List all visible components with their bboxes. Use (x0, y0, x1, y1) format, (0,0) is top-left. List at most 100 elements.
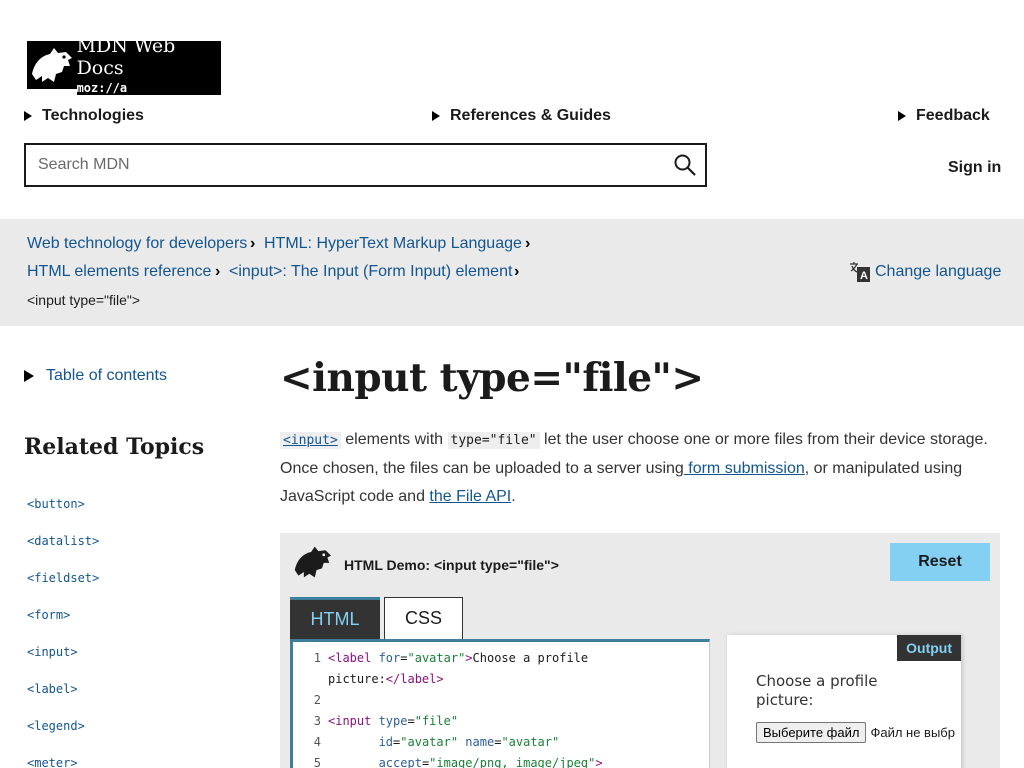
breadcrumb-item[interactable]: Web technology for developers (27, 235, 247, 253)
table-of-contents-toggle[interactable]: Table of contents (24, 367, 167, 385)
related-topic-link[interactable]: <legend> (27, 719, 99, 756)
breadcrumb-current: <input type="file"> (27, 292, 141, 308)
code-token: <input (328, 714, 379, 728)
code-token: = (407, 714, 415, 728)
related-topic-link[interactable]: <input> (27, 645, 99, 682)
output-panel: Output Choose a profile picture: Выберит… (726, 635, 961, 768)
svg-text:A: A (860, 270, 868, 282)
tab-css[interactable]: CSS (384, 597, 463, 639)
choose-file-button[interactable]: Выберите файл (756, 722, 867, 743)
code-token: for (378, 651, 401, 665)
code-text: <input type="file" (328, 711, 458, 732)
search-input[interactable] (26, 145, 665, 185)
breadcrumb-label: HTML elements reference (27, 263, 212, 280)
intro-paragraph: <input> elements with type="file" let th… (280, 426, 1000, 511)
line-number: 5 (313, 756, 321, 768)
output-label: Output (897, 635, 961, 661)
page-title: <input type="file"> (280, 355, 704, 401)
mdn-dino-icon (27, 41, 75, 89)
file-api-link[interactable]: the File API (429, 488, 511, 505)
logo-brand: MDN Web Docs (76, 35, 176, 79)
line-number: 2 (313, 693, 321, 707)
form-submission-link[interactable]: form submission (684, 460, 804, 477)
chevron-right-icon: › (525, 235, 531, 252)
code-text: accept="image/png, image/jpeg"> (328, 753, 603, 768)
output-field-label: Choose a profile picture: (756, 672, 878, 709)
line-number: 4 (313, 735, 321, 749)
related-topics-heading: Related Topics (24, 434, 205, 460)
nav-label: References & Guides (450, 107, 611, 124)
chevron-right-icon: › (514, 263, 520, 280)
related-topic-link[interactable]: <datalist> (27, 534, 99, 571)
mdn-logo[interactable]: MDN Web Docs moz://a (27, 35, 221, 95)
nav-feedback[interactable]: Feedback (898, 107, 990, 125)
expand-triangle-icon (24, 370, 34, 382)
code-line: 5 accept="image/png, image/jpeg"> (293, 753, 709, 768)
breadcrumb-label: Web technology for developers (27, 235, 248, 252)
code-token: picture: (328, 672, 386, 686)
nav-technologies[interactable]: Technologies (24, 107, 144, 125)
related-topic-link[interactable]: <fieldset> (27, 571, 99, 608)
code-token: "avatar" (501, 735, 560, 749)
file-input[interactable]: Выберите файл Файл не выбр (756, 722, 955, 743)
expand-triangle-icon (24, 111, 32, 121)
code-text: <label for="avatar">Choose a profile (328, 648, 588, 669)
nav-references-guides[interactable]: References & Guides (432, 107, 611, 125)
breadcrumb-item[interactable]: HTML elements reference (27, 263, 211, 281)
code-line: 2 (293, 690, 709, 711)
intro-text: . (511, 488, 516, 505)
code-token: = (400, 651, 408, 665)
breadcrumb-item[interactable]: HTML: HyperText Markup Language (264, 235, 522, 253)
tab-html[interactable]: HTML (290, 597, 380, 639)
code-text: picture:</label> (328, 669, 444, 690)
language-icon: A (850, 262, 870, 282)
code-line: 1 <label for="avatar">Choose a profile (293, 648, 709, 669)
related-topic-link[interactable]: <button> (27, 497, 99, 534)
change-language-label: Change language (875, 263, 1002, 280)
code-token: type (378, 714, 408, 728)
code-token: "image/png, image/jpeg" (429, 756, 596, 768)
top-navigation: Technologies References & Guides Feedbac… (24, 107, 1000, 127)
search-icon (674, 154, 696, 176)
toc-label: Table of contents (46, 367, 167, 384)
nav-label: Technologies (42, 107, 144, 124)
code-token: name (465, 735, 495, 749)
search-bar (24, 143, 707, 187)
code-token: <label (328, 651, 379, 665)
breadcrumb-item[interactable]: <input>: The Input (Form Input) element (229, 263, 512, 281)
interactive-demo: HTML Demo: <input type="file"> Reset HTM… (280, 533, 1000, 768)
breadcrumb-label: HTML: HyperText Markup Language (264, 235, 522, 252)
search-button[interactable] (665, 145, 705, 185)
line-number: 3 (313, 714, 321, 728)
code-line: 3 <input type="file" (293, 711, 709, 732)
code-token: "avatar" (400, 735, 459, 749)
code-token: Choose a profile (472, 651, 589, 665)
related-topics-list: <button> <datalist> <fieldset> <form> <i… (27, 497, 99, 768)
related-topic-link[interactable]: <label> (27, 682, 99, 719)
demo-title: HTML Demo: <input type="file"> (344, 557, 559, 573)
chevron-right-icon: › (215, 263, 221, 280)
related-topic-link[interactable]: <meter> (27, 756, 99, 768)
chevron-right-icon: › (250, 235, 256, 252)
code-token: "avatar" (407, 651, 466, 665)
nav-label: Feedback (916, 107, 990, 124)
intro-text: elements with (340, 431, 448, 448)
code-token: accept (378, 756, 422, 768)
code-token: id (378, 735, 394, 749)
code-text: id="avatar" name="avatar" (328, 732, 560, 753)
input-element-link[interactable]: <input> (280, 432, 341, 449)
breadcrumb: Web technology for developers › HTML: Hy… (0, 219, 1024, 326)
expand-triangle-icon (432, 111, 440, 121)
reset-button[interactable]: Reset (890, 543, 990, 581)
breadcrumb-label: <input>: The Input (Form Input) element (229, 263, 513, 280)
code-line: 4 id="avatar" name="avatar" (293, 732, 709, 753)
code-editor[interactable]: 1 <label for="avatar">Choose a profile pic… (290, 639, 710, 768)
mdn-dino-icon (294, 546, 331, 578)
code-token: "file" (414, 714, 459, 728)
related-topic-link[interactable]: <form> (27, 608, 99, 645)
change-language-link[interactable]: A Change language (849, 261, 1001, 283)
file-status-text: Файл не выбр (870, 725, 955, 740)
sign-in-link[interactable]: Sign in (948, 159, 1001, 177)
line-number: 1 (313, 651, 321, 665)
